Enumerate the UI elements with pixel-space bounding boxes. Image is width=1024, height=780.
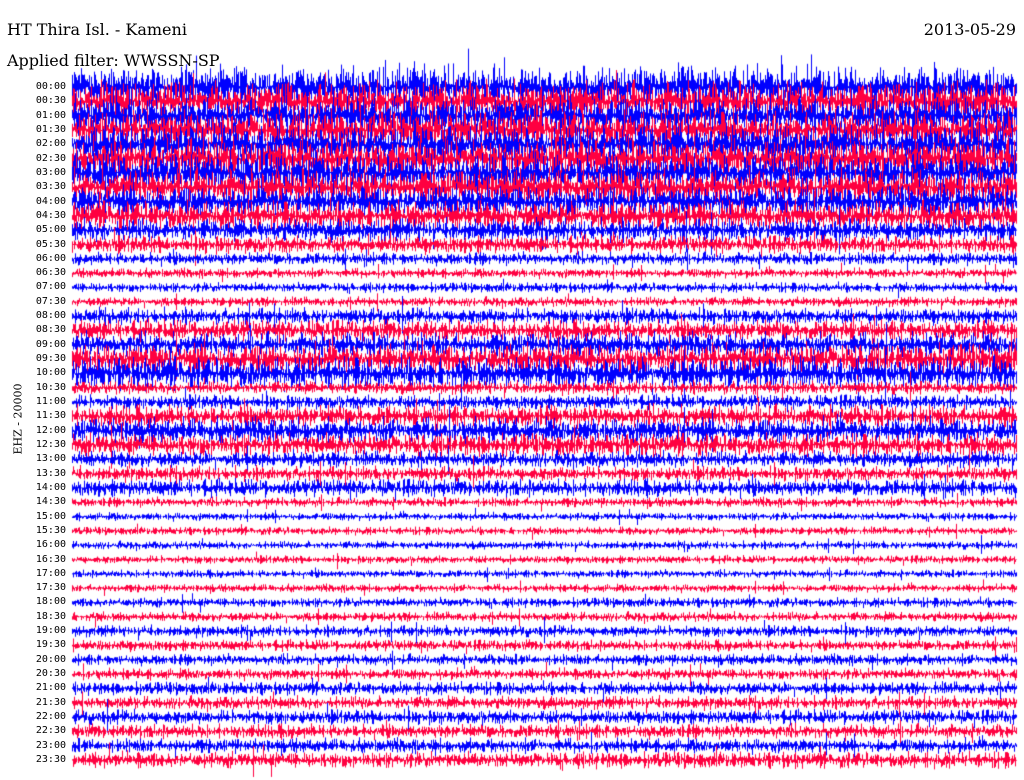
time-label: 20:30: [35, 668, 66, 680]
station-title: HT Thira Isl. - Kameni: [7, 20, 187, 39]
time-label: 20:00: [35, 653, 66, 665]
time-label: 08:30: [35, 324, 66, 336]
time-label: 10:00: [35, 367, 66, 379]
time-label: 21:00: [35, 682, 66, 694]
time-label: 11:00: [35, 396, 66, 408]
time-label: 18:00: [35, 596, 66, 608]
time-label: 05:30: [35, 238, 66, 250]
time-label: 04:30: [35, 209, 66, 221]
time-label: 00:00: [35, 81, 66, 92]
time-label: 23:30: [35, 754, 66, 765]
time-label: 04:00: [35, 195, 66, 207]
channel-label: EHZ - 20000: [11, 383, 25, 455]
time-label: 23:00: [35, 739, 66, 751]
time-label: 10:30: [35, 381, 66, 393]
time-label: 07:30: [35, 295, 66, 307]
time-label: 14:00: [35, 481, 66, 493]
time-label: 19:30: [35, 639, 66, 651]
time-label: 03:30: [35, 181, 66, 193]
time-label: 01:00: [35, 109, 66, 121]
time-label: 08:00: [35, 310, 66, 322]
time-label: 15:30: [35, 524, 66, 536]
time-label: 06:30: [35, 267, 66, 279]
time-label: 21:30: [35, 696, 66, 708]
time-label: 13:30: [35, 467, 66, 479]
seismogram-traces: [0, 0, 1024, 780]
time-label: 02:30: [35, 152, 66, 164]
time-label: 12:30: [35, 438, 66, 450]
time-label: 14:30: [35, 496, 66, 508]
time-label: 05:00: [35, 224, 66, 236]
time-label: 07:00: [35, 281, 66, 293]
time-label: 09:00: [35, 338, 66, 350]
time-label: 12:00: [35, 424, 66, 436]
time-label: 01:30: [35, 123, 66, 135]
time-label: 19:00: [35, 625, 66, 637]
time-label: 16:30: [35, 553, 66, 565]
time-label: 22:30: [35, 725, 66, 737]
time-label: 02:00: [35, 138, 66, 150]
date-label: 2013-05-29: [923, 20, 1016, 39]
time-label: 13:00: [35, 453, 66, 465]
time-label: 06:00: [35, 252, 66, 264]
time-label: 17:30: [35, 582, 66, 594]
time-label: 15:00: [35, 510, 66, 522]
filter-label: Applied filter: WWSSN-SP: [7, 51, 220, 70]
time-label: 00:30: [35, 95, 66, 107]
time-label: 18:30: [35, 610, 66, 622]
time-label: 11:30: [35, 410, 66, 422]
time-label: 03:00: [35, 166, 66, 178]
time-label: 17:00: [35, 567, 66, 579]
time-label: 16:00: [35, 539, 66, 551]
time-label: 22:00: [35, 711, 66, 723]
time-label: 09:30: [35, 353, 66, 365]
